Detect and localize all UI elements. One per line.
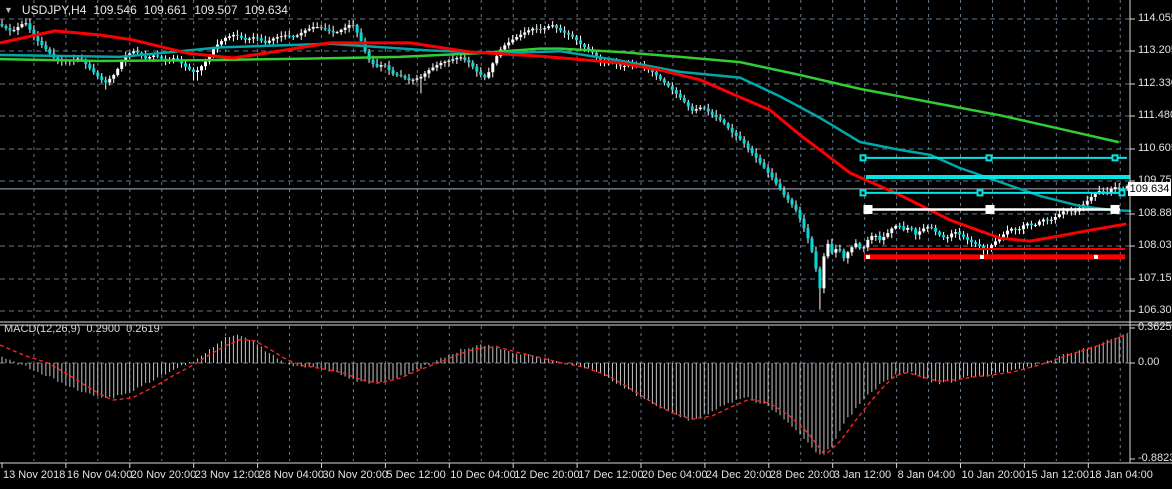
time-axis-label: 18 Jan 04:00 (1089, 469, 1153, 481)
symbol-period-label: USDJPY,H4 (21, 3, 87, 17)
hline-white-handle[interactable] (863, 204, 873, 214)
macd-name: MACD(12,26,9) (4, 323, 81, 335)
price-axis-label: 0.3625 (1138, 321, 1172, 333)
close-value: 109.634 (244, 3, 288, 17)
price-axis-label: 113.205 (1138, 44, 1172, 56)
macd-indicator-label: MACD(12,26,9) 0.2900 0.2619 (4, 323, 160, 335)
time-axis-label: 10 Dec 04:00 (450, 469, 516, 481)
time-axis-label: 30 Nov 20:00 (322, 469, 388, 481)
ohlc-header: ▼ USDJPY,H4 109.546 109.661 109.507 109.… (4, 3, 288, 17)
time-axis-label: 28 Dec 20:00 (769, 469, 836, 481)
chart-canvas[interactable] (0, 0, 1172, 489)
time-axis-label: 10 Jan 20:00 (961, 469, 1026, 481)
price-axis-label: -0.8823 (1138, 452, 1172, 464)
time-axis-label: 12 Dec 20:00 (514, 469, 580, 481)
hline-red-thick-handle[interactable] (980, 254, 984, 259)
mt4-chart-window[interactable]: ▼ USDJPY,H4 109.546 109.661 109.507 109.… (0, 0, 1172, 489)
time-axis-label: 20 Dec 04:00 (642, 469, 708, 481)
time-axis-label: 17 Dec 12:00 (578, 469, 644, 481)
price-axis-label: 106.305 (1138, 304, 1172, 316)
price-axis-label: 111.480 (1138, 109, 1172, 121)
macd-signal-value: 0.2619 (126, 323, 160, 335)
time-axis-label: 8 Jan 04:00 (897, 469, 956, 481)
time-axis-label: 28 Nov 04:00 (258, 469, 325, 481)
price-axis-label: 0.00 (1138, 356, 1160, 368)
time-axis-label: 3 Jan 12:00 (833, 469, 892, 481)
price-axis-label: 112.330 (1138, 77, 1172, 89)
price-axis-label: 108.880 (1138, 207, 1172, 219)
hline-red-thick-handle[interactable] (866, 254, 870, 259)
macd-main-value: 0.2900 (86, 323, 121, 335)
low-value: 109.507 (194, 3, 238, 17)
symbol-dropdown-icon[interactable]: ▼ (4, 5, 13, 15)
hline-white-handle[interactable] (985, 204, 995, 214)
price-axis-label: 114.055 (1138, 12, 1172, 24)
time-axis-label: 24 Dec 20:00 (705, 469, 772, 481)
time-axis-label: 16 Nov 04:00 (66, 469, 133, 481)
current-price-marker: 109.634 (1128, 182, 1171, 196)
price-axis-label: 110.605 (1138, 142, 1172, 154)
high-value: 109.661 (143, 3, 188, 17)
time-axis-label: 20 Nov 20:00 (130, 469, 197, 481)
price-axis-label: 107.155 (1138, 272, 1172, 284)
time-axis-label: 13 Nov 2018 (3, 469, 66, 481)
time-axis-label: 5 Dec 12:00 (386, 469, 446, 481)
open-value: 109.546 (93, 3, 137, 17)
price-axis-label: 108.030 (1138, 239, 1172, 251)
hline-red-thick-handle[interactable] (1094, 254, 1098, 259)
time-axis-label: 15 Jan 12:00 (1025, 469, 1090, 481)
time-axis-label: 23 Nov 12:00 (194, 469, 261, 481)
hline-white-handle[interactable] (1110, 204, 1120, 214)
